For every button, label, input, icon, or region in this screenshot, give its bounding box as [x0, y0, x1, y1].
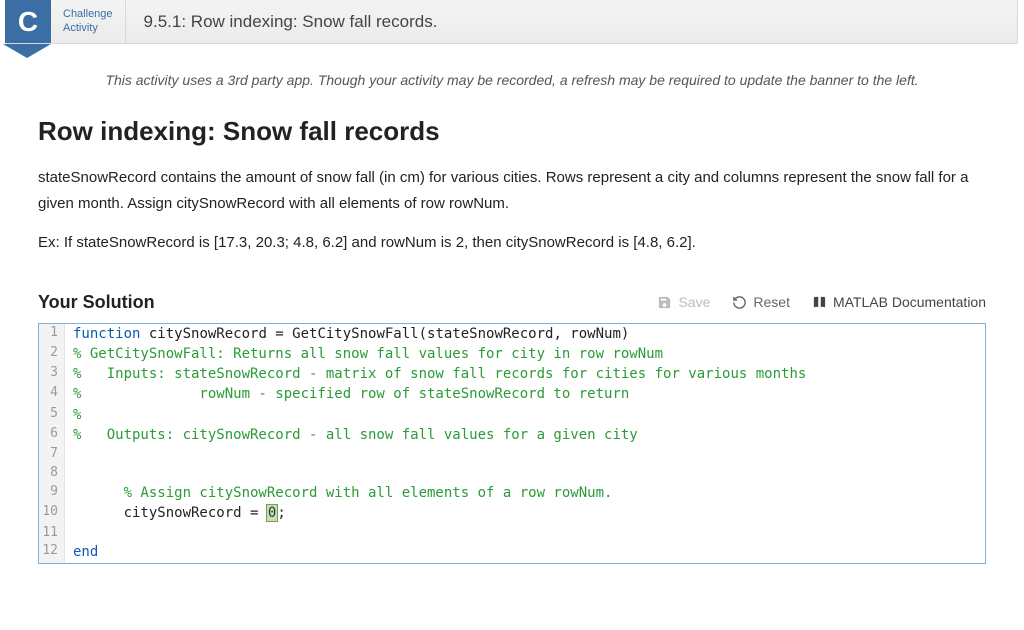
code-line: 1function citySnowRecord = GetCitySnowFa… — [39, 324, 985, 344]
editor-cursor[interactable]: 0 — [267, 505, 277, 521]
code-line: 6% Outputs: citySnowRecord - all snow fa… — [39, 425, 985, 445]
code-line: 7 — [39, 445, 985, 464]
code-line: 8 — [39, 464, 985, 483]
activity-banner: C Challenge Activity 9.5.1: Row indexing… — [6, 0, 1018, 44]
code-line: 10 citySnowRecord = 0; — [39, 503, 985, 523]
line-number: 9 — [39, 483, 65, 503]
problem-description: stateSnowRecord contains the amount of s… — [38, 165, 986, 216]
banner-label-bottom: Activity — [63, 22, 113, 35]
doc-label: MATLAB Documentation — [833, 294, 986, 310]
banner-labels: Challenge Activity — [51, 0, 126, 43]
code-editor[interactable]: 1function citySnowRecord = GetCitySnowFa… — [38, 323, 986, 564]
line-number: 4 — [39, 384, 65, 404]
line-number: 3 — [39, 364, 65, 384]
reset-label: Reset — [753, 294, 790, 310]
challenge-badge: C — [5, 0, 51, 43]
banner-label-top: Challenge — [63, 8, 113, 21]
problem-example: Ex: If stateSnowRecord is [17.3, 20.3; 4… — [38, 230, 986, 256]
line-number: 12 — [39, 542, 65, 562]
line-number: 7 — [39, 445, 65, 464]
line-number: 5 — [39, 405, 65, 425]
line-number: 6 — [39, 425, 65, 445]
line-number: 11 — [39, 524, 65, 543]
code-line: 5% — [39, 405, 985, 425]
line-number: 10 — [39, 503, 65, 523]
code-line: 9 % Assign citySnowRecord with all eleme… — [39, 483, 985, 503]
book-icon — [812, 295, 827, 310]
code-line: 2% GetCitySnowFall: Returns all snow fal… — [39, 344, 985, 364]
badge-letter: C — [18, 6, 38, 38]
code-line: 12end — [39, 542, 985, 562]
code-line: 11 — [39, 524, 985, 543]
page-heading: Row indexing: Snow fall records — [38, 116, 986, 147]
line-number: 1 — [39, 324, 65, 344]
content-area: This activity uses a 3rd party app. Thou… — [0, 44, 1024, 564]
badge-ribbon-tail — [3, 44, 51, 58]
line-number: 8 — [39, 464, 65, 483]
solution-header: Your Solution Save Reset MATLAB Document… — [38, 292, 986, 313]
code-line: 4% rowNum - specified row of stateSnowRe… — [39, 384, 985, 404]
code-line: 3% Inputs: stateSnowRecord - matrix of s… — [39, 364, 985, 384]
matlab-doc-link[interactable]: MATLAB Documentation — [812, 294, 986, 310]
activity-title: 9.5.1: Row indexing: Snow fall records. — [126, 0, 438, 43]
editor-toolbar: Save Reset MATLAB Documentation — [657, 294, 986, 310]
reset-icon — [732, 295, 747, 310]
line-number: 2 — [39, 344, 65, 364]
solution-label: Your Solution — [38, 292, 155, 313]
save-label: Save — [678, 294, 710, 310]
third-party-notice: This activity uses a 3rd party app. Thou… — [38, 72, 986, 88]
reset-button[interactable]: Reset — [732, 294, 790, 310]
save-button[interactable]: Save — [657, 294, 710, 310]
save-icon — [657, 295, 672, 310]
